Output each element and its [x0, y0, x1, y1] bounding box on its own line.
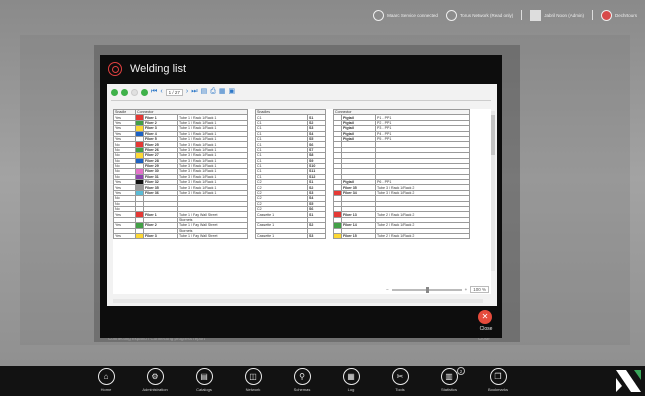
nav-item-label: Bookmarks: [487, 387, 508, 392]
nav-items: ⌂ Home ⚙ Administration ▤ Catalogs ◫ Network ⚲ Sc…: [88, 368, 516, 392]
avatar: [600, 9, 612, 21]
report-page: Snadle Connector Snadles Connector Yes Fi…: [113, 109, 491, 294]
bookmarks-icon: ❒: [489, 368, 507, 385]
table-cell: Fiber 15: [341, 232, 376, 240]
table-cell: Cassette 1: [255, 232, 308, 240]
close-icon: ✕: [481, 312, 489, 321]
notification-badge: 2: [457, 367, 465, 375]
nav-item-label: Administration: [142, 387, 168, 392]
schemas-icon: ⚲: [293, 368, 311, 385]
welding-list-dialog: Welding list ⏮ ‹ 1 / 27 › ⏭ ▤ ⎙ ▦ ▣ Snad…: [100, 55, 502, 338]
nav-item-label: Log: [347, 387, 355, 392]
tools-icon: ✂: [391, 368, 409, 385]
zoom-in-icon[interactable]: +: [465, 287, 468, 292]
secondary-user[interactable]: Dechrtours: [600, 9, 637, 21]
horizontal-scrollbar[interactable]: [113, 299, 483, 303]
column-gap: [325, 233, 334, 239]
refresh-icon[interactable]: [111, 88, 118, 96]
power-icon: [373, 9, 385, 21]
table-row: Yes Fiber 3 Tube 1 / Fay Wall Street Casset…: [113, 232, 470, 240]
page-indicator[interactable]: 1 / 27: [165, 88, 183, 96]
divider: [521, 10, 523, 20]
table-cell: Tube 2 / Rack 1/Rack 2: [375, 232, 470, 240]
nav-item-label: Network: [245, 387, 261, 392]
zoom-control: − + 100 %: [386, 286, 489, 293]
first-page-icon[interactable]: ⏮: [151, 88, 157, 96]
nav-item-bookmarks[interactable]: ❒ Bookmarks: [480, 368, 516, 392]
close-button[interactable]: ✕: [478, 310, 492, 324]
nav-item-administration[interactable]: ⚙ Administration: [137, 368, 173, 392]
zoom-slider-handle[interactable]: [425, 286, 429, 293]
dialog-title: Welding list: [130, 63, 187, 75]
zoom-level[interactable]: 100 %: [470, 286, 489, 293]
fiber-color-swatch: [135, 232, 144, 240]
save-icon[interactable]: ▣: [228, 88, 235, 96]
nav-item-network[interactable]: ◫ Network: [235, 368, 271, 392]
nav-item-catalogs[interactable]: ▤ Catalogs: [186, 368, 222, 392]
last-page-icon[interactable]: ⏭: [191, 88, 197, 96]
statistics-icon: ▥: [440, 368, 458, 385]
nav-item-log[interactable]: ▦ Log: [333, 368, 369, 392]
nav-item-label: Schemas: [293, 387, 311, 392]
print-icon[interactable]: ⎙: [210, 88, 216, 96]
nav-item-label: Catalogs: [196, 387, 212, 392]
table-cell: Yes: [113, 232, 136, 240]
divider: [591, 10, 593, 20]
close-label: Close: [479, 326, 493, 332]
globe-icon: [445, 9, 457, 21]
nav-item-home[interactable]: ⌂ Home: [88, 368, 124, 392]
table-cell: Fiber 3: [143, 232, 178, 240]
user-icon: [530, 9, 542, 21]
table-cell: Tube 1 / Fay Wall Street: [177, 232, 248, 240]
log-icon: ▦: [342, 368, 360, 385]
report-viewer: ⏮ ‹ 1 / 27 › ⏭ ▤ ⎙ ▦ ▣ Snadle Connector …: [107, 84, 497, 306]
reload-icon[interactable]: [141, 88, 148, 96]
next-page-icon[interactable]: ›: [186, 88, 188, 96]
zoom-out-icon[interactable]: −: [386, 287, 389, 292]
nav-item-label: Home: [100, 387, 112, 392]
column-gap: [247, 233, 256, 239]
top-status-bar: Maarc Service connected Torus Network (R…: [0, 0, 645, 30]
divider: [111, 100, 491, 101]
home-icon: ⌂: [97, 368, 115, 385]
brand-logo-icon: [612, 366, 645, 396]
nav-item-schemas[interactable]: ⚲ Schemas: [284, 368, 320, 392]
report-toolbar: ⏮ ‹ 1 / 27 › ⏭ ▤ ⎙ ▦ ▣: [111, 86, 235, 98]
table-cell: S3: [307, 232, 326, 240]
stop-icon[interactable]: [131, 88, 138, 96]
nav-item-label: Tools: [395, 387, 405, 392]
play-icon[interactable]: [121, 88, 128, 96]
network-status[interactable]: Torus Network (Read only): [445, 9, 513, 21]
app-logo-icon: [108, 62, 122, 76]
bottom-nav-bar: ⌂ Home ⚙ Administration ▤ Catalogs ◫ Network ⚲ Sc…: [0, 366, 645, 396]
catalogs-icon: ▤: [195, 368, 213, 385]
administration-icon: ⚙: [146, 368, 164, 385]
network-icon: ◫: [244, 368, 262, 385]
vertical-scrollbar[interactable]: [491, 111, 495, 271]
user-menu[interactable]: Jabril Noon (Admin): [530, 9, 584, 21]
welding-table: Snadle Connector Snadles Connector Yes Fi…: [113, 109, 470, 240]
dialog-header: Welding list: [100, 55, 502, 83]
nav-item-tools[interactable]: ✂ Tools: [382, 368, 418, 392]
service-status[interactable]: Maarc Service connected: [373, 9, 438, 21]
fiber-color-swatch: [333, 232, 342, 240]
layout-icon[interactable]: ▦: [219, 88, 226, 96]
prev-page-icon[interactable]: ‹: [160, 88, 162, 96]
zoom-slider[interactable]: [391, 286, 462, 293]
export-icon[interactable]: ▤: [201, 88, 208, 96]
table-body: Yes Fiber 1 Tube 1 / Rack 1/Rack 1 C1 S1 Pigt…: [113, 114, 470, 240]
nav-item-label: Statistics: [440, 387, 457, 392]
